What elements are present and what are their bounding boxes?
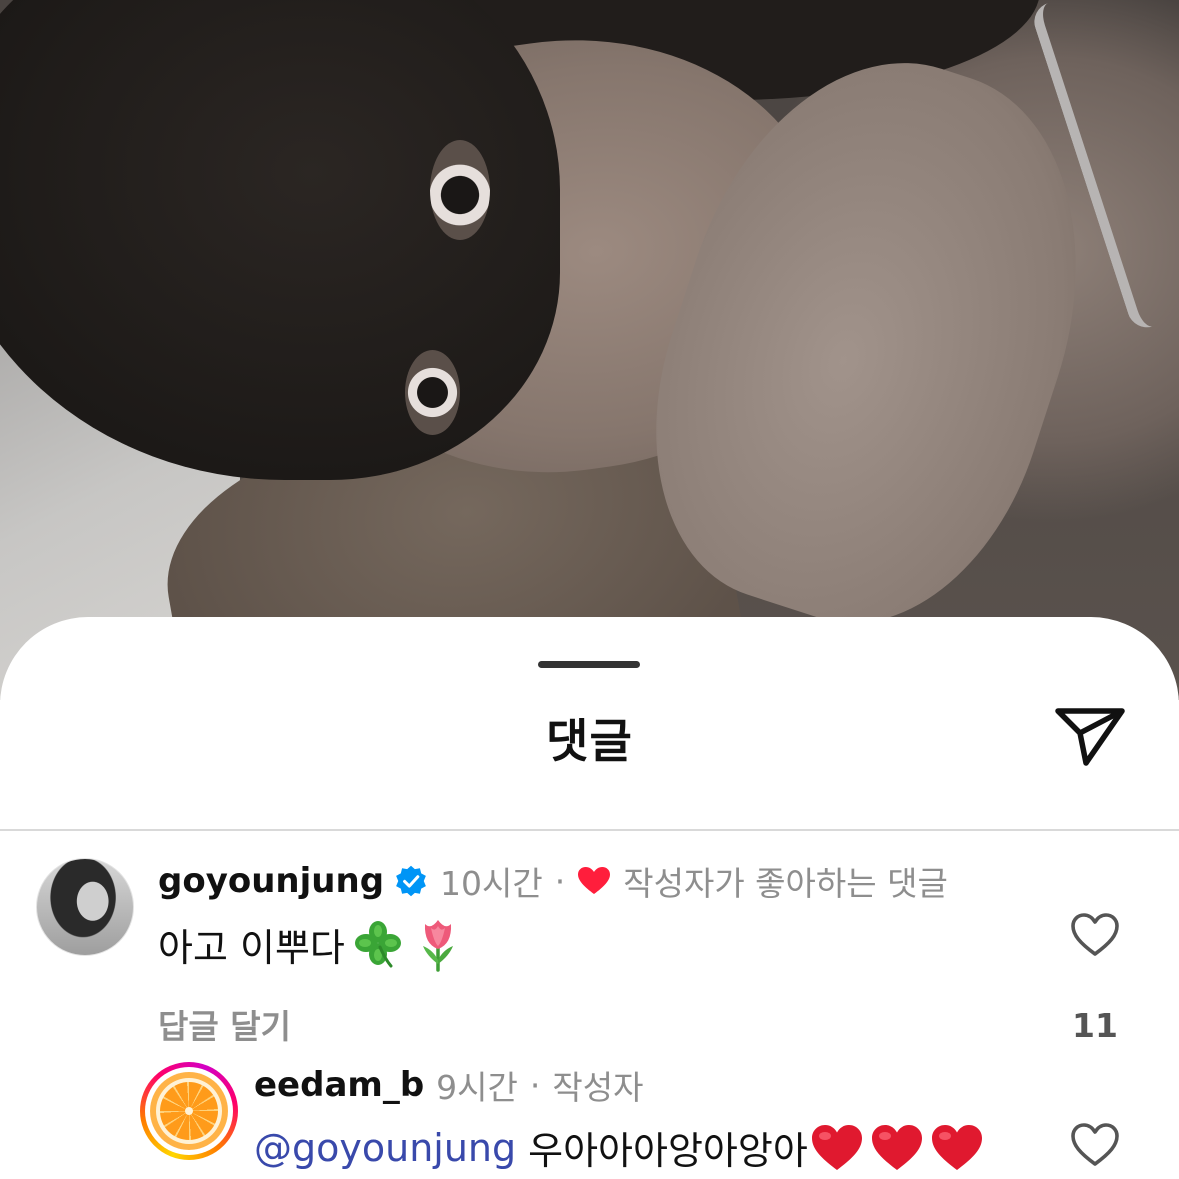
- creator-liked-label: 작성자가 좋아하는 댓글: [623, 864, 948, 903]
- comment-time: 10시간: [440, 864, 543, 903]
- share-button[interactable]: [1052, 703, 1128, 769]
- like-button[interactable]: [1070, 1122, 1120, 1168]
- post-comments-screen: 댓글 goyounjung 10시간 · 작성자가 좋아하는 댓글 아고 이뿌다…: [0, 0, 1179, 1179]
- heart-outline-icon: [1071, 1123, 1119, 1166]
- separator-dot: ·: [554, 861, 566, 901]
- mention-link[interactable]: @goyounjung: [254, 1126, 516, 1170]
- reply-button[interactable]: 답글 달기: [158, 1000, 291, 1048]
- avatar-inner: [145, 1067, 233, 1155]
- comment-meta: goyounjung 10시간 · 작성자가 좋아하는 댓글: [158, 858, 948, 904]
- avatar-story-ring[interactable]: [140, 1062, 238, 1160]
- comment-username[interactable]: eedam_b: [254, 1065, 424, 1105]
- comment-time: 9시간: [436, 1068, 518, 1107]
- four-leaf-clover-icon: [354, 921, 401, 968]
- post-photo[interactable]: [0, 0, 1179, 700]
- author-badge: 작성자: [552, 1068, 644, 1107]
- like-button[interactable]: [1070, 912, 1120, 958]
- comment-text: 우아아아앙아앙아: [528, 1129, 808, 1173]
- sheet-title: 댓글: [546, 714, 633, 768]
- avatar[interactable]: [36, 858, 134, 956]
- comment-text-row: @goyounjung 우아아아앙아앙아: [254, 1120, 984, 1175]
- separator-dot: ·: [529, 1065, 541, 1105]
- photo-eye: [430, 140, 490, 240]
- tulip-icon: [422, 920, 453, 972]
- sheet-grabber-handle[interactable]: [538, 661, 640, 668]
- red-heart-icon: [931, 1124, 982, 1170]
- like-count: 11: [1072, 1006, 1118, 1045]
- verified-badge-icon: [396, 865, 426, 897]
- header-divider: [0, 829, 1179, 831]
- comments-sheet: 댓글 goyounjung 10시간 · 작성자가 좋아하는 댓글 아고 이뿌다…: [0, 617, 1179, 1179]
- red-heart-icon: [811, 1124, 862, 1170]
- comment-text: 아고 이뿌다: [158, 925, 345, 970]
- orange-slice-avatar: [150, 1072, 228, 1150]
- comment-text-row: 아고 이뿌다: [158, 916, 463, 972]
- photo-eye: [405, 350, 460, 435]
- send-icon: [1055, 708, 1125, 766]
- comment-username[interactable]: goyounjung: [158, 861, 384, 901]
- red-heart-icon: [871, 1124, 922, 1170]
- photo-hair: [0, 0, 560, 480]
- heart-outline-icon: [1071, 913, 1119, 956]
- comment-meta: eedam_b 9시간 · 작성자: [254, 1062, 643, 1108]
- creator-liked-heart-icon: [578, 867, 611, 894]
